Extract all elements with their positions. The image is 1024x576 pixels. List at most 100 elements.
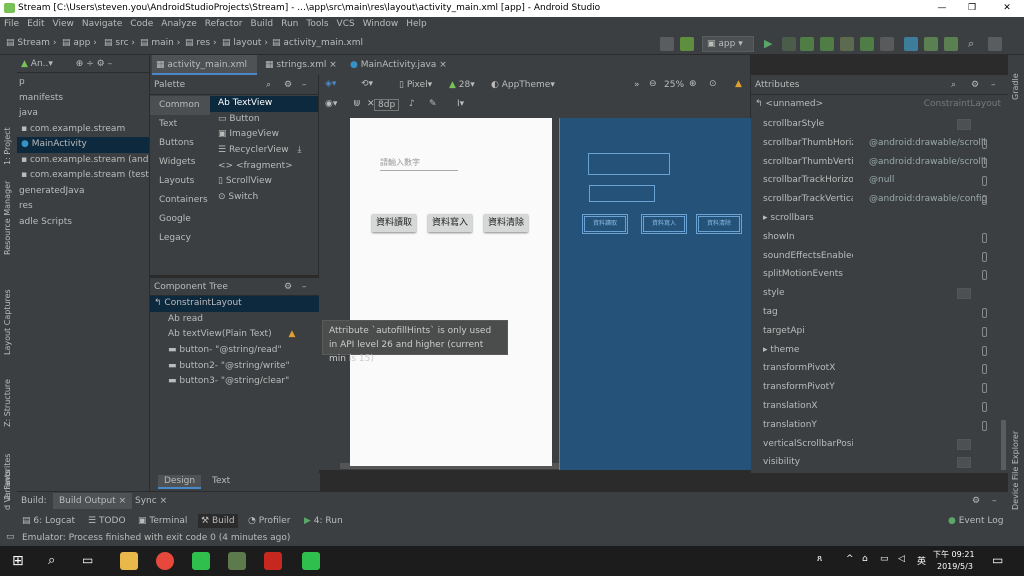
attribute-value[interactable]: @null <box>869 171 987 190</box>
resource-manager-tab[interactable]: Resource Manager <box>3 181 12 255</box>
device-select[interactable]: ▯ Pixel▾ <box>399 80 432 90</box>
menu-code[interactable]: Code <box>126 17 157 31</box>
menu-refactor[interactable]: Refactor <box>201 17 247 31</box>
infer-constraints-icon[interactable]: ♪ <box>409 99 415 109</box>
minimize-button[interactable]: — <box>927 0 957 17</box>
menu-run[interactable]: Run <box>277 17 302 31</box>
theme-select[interactable]: ◐ AppTheme▾ <box>491 80 555 90</box>
attribute-row[interactable]: soundEffectsEnabled <box>751 247 1001 266</box>
tree-item[interactable]: ▪ com.example.stream (andro <box>17 153 149 169</box>
attribute-row[interactable]: verticalScrollbarPositic <box>751 435 1001 454</box>
android-studio-taskbar-icon[interactable] <box>228 552 246 570</box>
search-icon[interactable]: ⌕ <box>968 37 974 51</box>
palette-category-text[interactable]: Text <box>150 115 210 134</box>
close-icon[interactable]: × <box>119 496 127 506</box>
number-input-hint[interactable]: 請輸入數字 <box>380 157 420 168</box>
display-icon[interactable]: ▭ <box>880 554 889 564</box>
write-button[interactable]: 資料寫入 <box>428 214 472 232</box>
breadcrumb-res[interactable]: ▤ res › <box>185 38 217 48</box>
read-button[interactable]: 資料讀取 <box>372 214 416 232</box>
clock-date[interactable]: 2019/5/3 <box>937 562 973 571</box>
maximize-button[interactable]: ❒ <box>957 0 987 17</box>
blueprint-write-button[interactable]: 資料寫入 <box>641 214 687 234</box>
ime-indicator[interactable]: 英 <box>917 554 926 567</box>
gear-icon[interactable]: ⚙ <box>284 278 292 296</box>
status-icon[interactable]: ▭ <box>6 532 15 542</box>
minimize-panel-icon[interactable]: – <box>302 75 307 95</box>
resource-picker-icon[interactable] <box>982 176 987 187</box>
tab-mainactivity[interactable]: ● MainActivity.java × <box>346 55 456 75</box>
target-icon[interactable]: ⊕ <box>76 59 84 69</box>
layers-icon[interactable]: ◈▾ <box>325 79 336 89</box>
blueprint-textview[interactable] <box>588 153 670 175</box>
build-hammer-icon[interactable] <box>680 37 694 51</box>
palette-item-switch[interactable]: ⊙ Switch <box>210 190 318 206</box>
tree-item[interactable]: manifests <box>17 91 149 107</box>
resource-picker-icon[interactable] <box>982 157 987 168</box>
tree-item[interactable]: p <box>17 75 149 91</box>
project-structure-icon[interactable] <box>988 37 1002 51</box>
breadcrumb-stream[interactable]: ▤ Stream › <box>6 38 56 48</box>
menu-build[interactable]: Build <box>247 17 278 31</box>
minimize-panel-icon[interactable]: – <box>302 278 307 296</box>
gear-icon[interactable]: ⚙ <box>97 59 105 69</box>
attribute-row[interactable]: style <box>751 284 1001 303</box>
resource-picker-icon[interactable] <box>982 326 987 337</box>
tree-row-button2[interactable]: ▬ button2- "@string/write" <box>150 359 319 375</box>
minimize-panel-icon[interactable]: – <box>991 75 996 95</box>
resource-picker-icon[interactable] <box>982 402 987 412</box>
clear-button[interactable]: 資料清除 <box>484 214 528 232</box>
resource-picker-icon[interactable] <box>982 232 987 243</box>
tree-row-button[interactable]: ▬ button- "@string/read" <box>150 343 319 359</box>
attribute-dropdown[interactable] <box>957 457 971 469</box>
breadcrumb-src[interactable]: ▤ src › <box>104 38 135 48</box>
build-variants-tab[interactable]: d Variants <box>3 470 12 510</box>
menu-window[interactable]: Window <box>359 17 403 31</box>
blueprint-clear-button[interactable]: 資料清除 <box>696 214 742 234</box>
attribute-row[interactable]: transformPivotX <box>751 359 1001 378</box>
attribute-row[interactable]: translationX <box>751 397 1001 416</box>
apply-changes-icon[interactable] <box>820 37 834 51</box>
search-icon[interactable]: ⌕ <box>48 553 55 568</box>
clock-time[interactable]: 下午 09:21 <box>933 549 975 560</box>
attribute-row[interactable]: ▸ scrollbars <box>751 209 1001 228</box>
breadcrumb-file[interactable]: ▤ activity_main.xml <box>272 38 363 48</box>
attribute-row[interactable]: tag <box>751 303 1001 322</box>
attribute-row[interactable]: translationY <box>751 416 1001 435</box>
project-tool-tab[interactable]: 1: Project <box>3 127 12 165</box>
gear-icon[interactable]: ⚙ <box>971 75 979 95</box>
attribute-row[interactable]: splitMotionEvents <box>751 265 1001 284</box>
palette-item-textview[interactable]: Ab TextView <box>210 96 318 112</box>
terminal-tool[interactable]: ▣ Terminal <box>138 516 187 526</box>
attribute-dropdown[interactable] <box>957 438 971 450</box>
attribute-row[interactable]: scrollbarThumbHorizo @android:drawable/sc… <box>751 134 1001 153</box>
attribute-dropdown[interactable] <box>957 119 971 130</box>
tree-item[interactable]: ▪ com.example.stream <box>17 122 149 138</box>
menu-view[interactable]: View <box>49 17 78 31</box>
tab-strings[interactable]: ▦ strings.xml × <box>261 55 356 75</box>
minimize-panel-icon[interactable]: – <box>992 496 997 506</box>
search-icon[interactable]: ⌕ <box>951 75 956 95</box>
structure-tab[interactable]: Z: Structure <box>3 379 12 427</box>
close-icon[interactable]: × <box>439 60 447 70</box>
resource-picker-icon[interactable] <box>982 251 987 262</box>
tree-item[interactable]: generatedJava <box>17 184 149 200</box>
attribute-row[interactable]: visibility <box>751 453 1001 472</box>
tree-item[interactable]: adle Scripts <box>17 215 149 231</box>
layout-captures-tab[interactable]: Layout Captures <box>3 289 12 355</box>
palette-item-scrollview[interactable]: ▯ ScrollView <box>210 174 318 190</box>
magnet-icon[interactable]: ⋓ <box>353 99 361 109</box>
overflow-icon[interactable]: » <box>634 80 640 90</box>
zoom-in-icon[interactable]: ⊕ <box>689 79 697 89</box>
tab-sync[interactable]: Sync × <box>135 496 167 506</box>
chrome-icon[interactable] <box>156 552 174 570</box>
run-config-select[interactable]: ▣ app ▾ <box>702 36 754 52</box>
tab-build-output[interactable]: Build Output × <box>53 493 133 509</box>
resource-picker-icon[interactable] <box>982 138 987 149</box>
run-tool[interactable]: ▶ 4: Run <box>304 516 343 526</box>
attach-debugger-icon[interactable] <box>860 37 874 51</box>
avd-manager-icon[interactable] <box>924 37 938 51</box>
menu-help[interactable]: Help <box>402 17 431 31</box>
line-icon[interactable] <box>302 552 320 570</box>
line-icon[interactable] <box>192 552 210 570</box>
